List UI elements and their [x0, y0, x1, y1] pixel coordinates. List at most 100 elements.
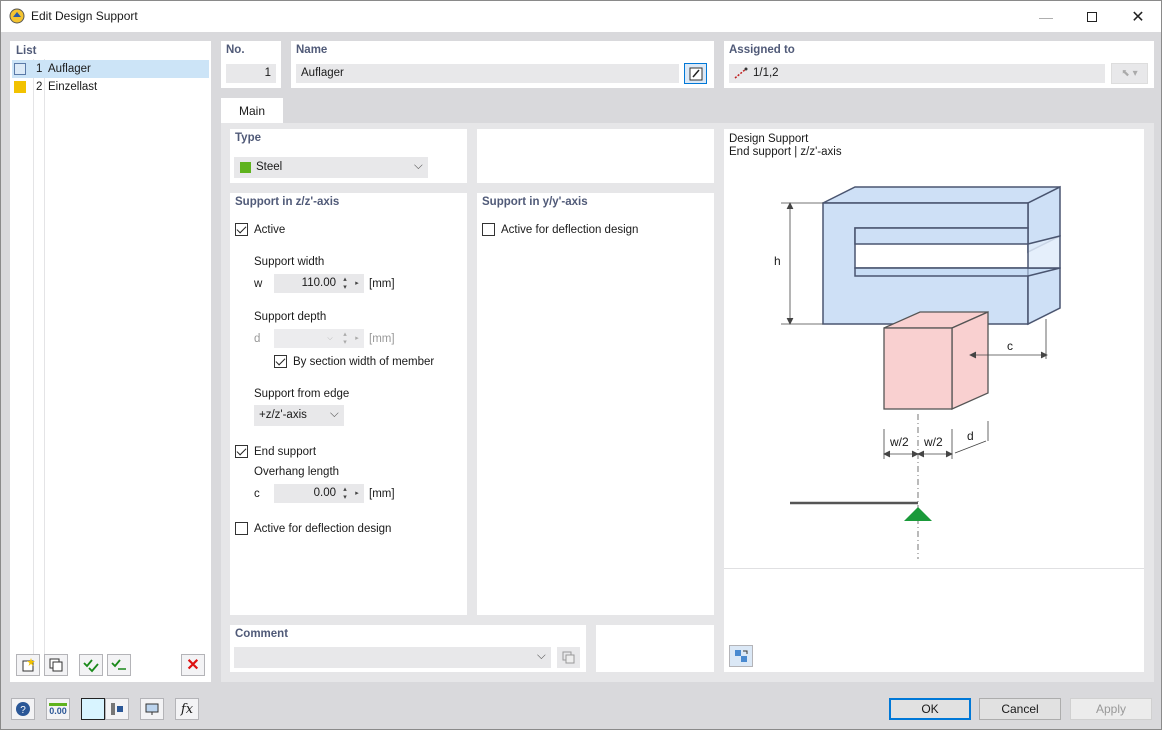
by-section-width-checkbox[interactable] — [274, 355, 287, 368]
deflection-z-label: Active for deflection design — [254, 523, 392, 535]
overhang-unit: [mm] — [369, 488, 395, 500]
refresh-view-icon — [735, 650, 748, 662]
active-label: Active — [254, 224, 286, 236]
width-symbol: w — [254, 278, 263, 290]
spin-down-icon[interactable]: ▾ — [341, 284, 349, 291]
support-z-panel: Support in z/z'-axis Active Support widt… — [230, 193, 467, 615]
overhang-symbol: c — [254, 488, 260, 500]
chevron-down-icon: ⌵ — [414, 160, 423, 172]
edit-pencil-icon — [689, 67, 702, 80]
formula-icon: f𝑥 — [180, 701, 194, 717]
deflection-y-label: Active for deflection design — [501, 224, 639, 236]
empty-panel-bottom — [596, 625, 714, 672]
new-item-button[interactable] — [16, 654, 40, 676]
deflection-y-checkbox[interactable] — [482, 223, 495, 236]
comment-panel: Comment ⌵ — [230, 625, 586, 672]
ok-button[interactable]: OK — [889, 698, 971, 720]
delete-item-button[interactable]: ✕ — [181, 654, 205, 676]
type-panel: Type Steel ⌵ — [230, 129, 467, 183]
end-support-checkbox[interactable] — [235, 445, 248, 458]
copy-item-button[interactable] — [44, 654, 68, 676]
maximize-button[interactable] — [1069, 1, 1115, 32]
minimize-button[interactable]: — — [1023, 1, 1069, 32]
units-button[interactable]: 0.00 — [46, 698, 70, 720]
support-depth-input[interactable]: ⌵ ▴ ▾ ▸ — [274, 329, 364, 348]
cursor-select-icon: ⬉ ▾ — [1121, 68, 1138, 79]
check-swap-icon — [111, 659, 126, 670]
no-panel: No. 1 — [221, 41, 281, 88]
by-section-width-label: By section width of member — [293, 356, 435, 368]
dialog-window: Edit Design Support — ✕ List 1 Auflager 2 E… — [0, 0, 1162, 730]
apply-button[interactable]: Apply — [1070, 698, 1152, 720]
no-field[interactable]: 1 — [226, 64, 276, 83]
spin-up-icon[interactable]: ▴ — [341, 276, 349, 283]
list-item-number[interactable]: 1 — [36, 63, 42, 75]
list-item[interactable]: Auflager — [48, 63, 91, 75]
member-icon — [734, 67, 748, 79]
type-dropdown[interactable]: Steel ⌵ — [234, 157, 428, 178]
spin-right-icon[interactable]: ▸ — [353, 280, 361, 287]
spin-down-icon[interactable]: ▾ — [341, 494, 349, 501]
overhang-length-input[interactable]: 0.00 ▴ ▾ ▸ — [274, 484, 364, 503]
spin-up-icon[interactable]: ▴ — [341, 486, 349, 493]
list-item-color-swatch — [14, 63, 26, 75]
assigned-panel: Assigned to 1/1,2 ⬉ ▾ — [724, 41, 1154, 88]
copy-icon — [49, 658, 63, 672]
active-checkbox[interactable] — [235, 223, 248, 236]
spin-up-icon: ▴ — [343, 331, 347, 338]
maximize-icon — [1087, 11, 1097, 22]
display-icon — [145, 703, 159, 715]
support-diagram — [781, 185, 1061, 559]
chevron-down-icon: ⌵ — [330, 408, 339, 420]
support-y-header: Support in y/y'-axis — [482, 196, 588, 208]
help-button[interactable]: ? — [11, 698, 35, 720]
depth-unit: [mm] — [369, 333, 395, 345]
comment-input[interactable]: ⌵ — [234, 647, 551, 668]
support-y-panel: Support in y/y'-axis Active for deflecti… — [477, 193, 714, 615]
channel-section — [822, 185, 1061, 326]
cancel-button[interactable]: Cancel — [979, 698, 1061, 720]
support-from-edge-value: +z/z'-axis — [259, 409, 307, 421]
spin-right-icon[interactable]: ▸ — [353, 490, 361, 497]
comment-copy-button[interactable] — [557, 647, 580, 668]
overhang-length-value: 0.00 — [313, 487, 336, 499]
deflection-z-checkbox[interactable] — [235, 522, 248, 535]
overhang-length-label: Overhang length — [254, 466, 340, 478]
chevron-down-icon: ⌵ — [537, 650, 546, 662]
edit-name-button[interactable] — [684, 63, 707, 84]
list-header: List — [16, 45, 37, 57]
help-icon: ? — [16, 702, 30, 716]
svg-text:?: ? — [20, 705, 26, 716]
assigned-field[interactable]: 1/1,2 — [729, 64, 1105, 83]
close-button[interactable]: ✕ — [1115, 1, 1161, 32]
list-item-color-swatch — [14, 81, 26, 93]
dim-h — [781, 202, 823, 325]
check-swap-button[interactable] — [107, 654, 131, 676]
diagram-divider — [724, 568, 1144, 569]
display-button[interactable] — [140, 698, 164, 720]
support-z-header: Support in z/z'-axis — [235, 196, 340, 208]
view-settings-button[interactable] — [105, 698, 129, 720]
new-item-icon — [22, 658, 35, 672]
empty-panel-top — [477, 129, 714, 183]
support-from-edge-dropdown[interactable]: +z/z'-axis ⌵ — [254, 405, 344, 426]
check-all-button[interactable] — [79, 654, 103, 676]
support-width-input[interactable]: 110.00 ▴ ▾ ▸ — [274, 274, 364, 293]
depth-dropdown-icon: ⌵ — [327, 335, 333, 342]
diagram-options-button[interactable] — [729, 645, 753, 667]
tab-main[interactable]: Main — [221, 98, 283, 124]
support-from-edge-label: Support from edge — [254, 388, 350, 400]
formula-button[interactable]: f𝑥 — [175, 698, 199, 720]
select-assignment-button[interactable]: ⬉ ▾ — [1111, 63, 1148, 84]
list-item[interactable]: Einzellast — [48, 81, 97, 93]
end-support-label: End support — [254, 446, 317, 458]
spin-right-icon: ▸ — [355, 335, 359, 342]
depth-symbol: d — [254, 333, 261, 345]
name-label: Name — [296, 44, 328, 56]
support-depth-label: Support depth — [254, 311, 327, 323]
list-item-number[interactable]: 2 — [36, 81, 42, 93]
name-field[interactable]: Auflager — [296, 64, 679, 83]
color-toggle-button[interactable] — [81, 698, 105, 720]
width-unit: [mm] — [369, 278, 395, 290]
check-all-icon — [83, 659, 99, 673]
